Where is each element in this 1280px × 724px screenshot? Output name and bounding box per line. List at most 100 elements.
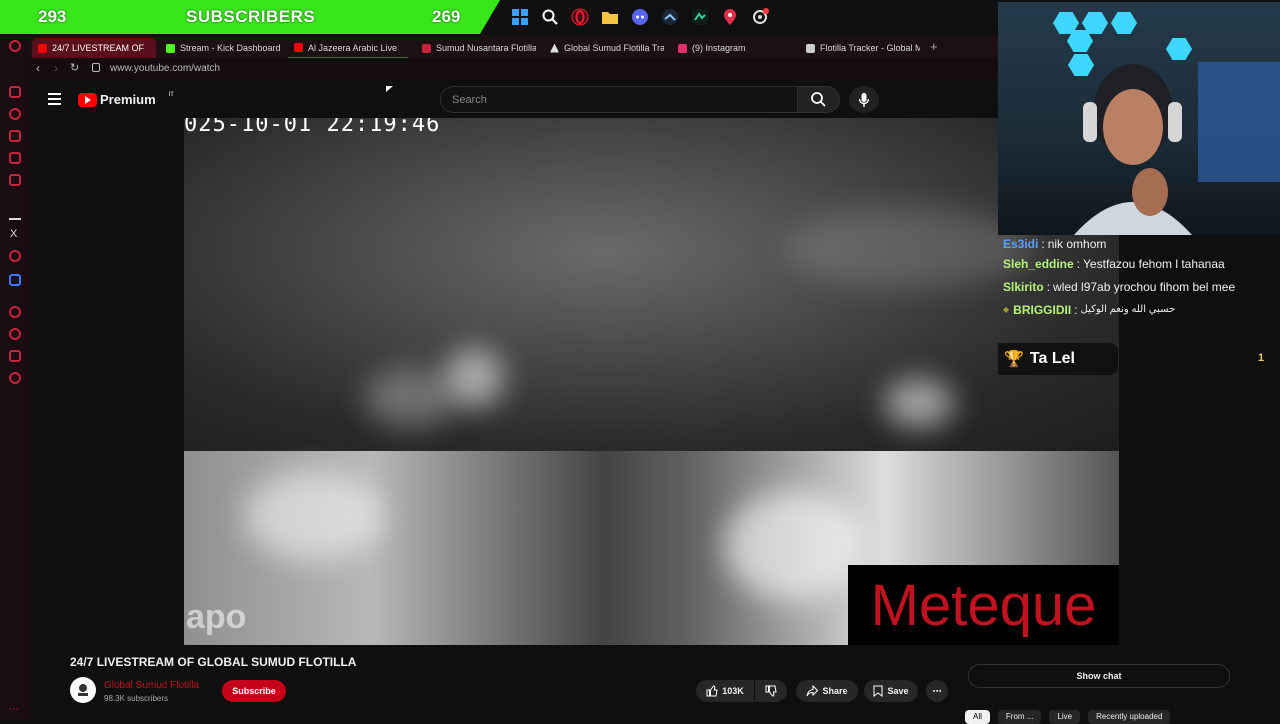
browser-sidebar: X ⋯ (0, 34, 30, 720)
chip-from-channel[interactable]: From ... (997, 710, 1042, 724)
related-filter-chips: All From ... Live Recently uploaded (965, 710, 1171, 724)
sidebar-extensions-icon[interactable] (9, 350, 21, 362)
logo-country-code: IT (168, 91, 174, 98)
chat-message: Es3idi: nik omhom (1003, 236, 1107, 251)
sidebar-vpn-icon[interactable] (9, 274, 21, 286)
tab-kick-dashboard[interactable]: Stream - Kick Dashboard (160, 38, 280, 58)
dislike-button[interactable] (755, 680, 787, 702)
share-button[interactable]: Share (796, 680, 858, 702)
instagram-favicon-icon (678, 43, 687, 53)
sidebar-more-icon[interactable]: ⋯ (9, 704, 19, 715)
youtube-play-icon (78, 92, 97, 107)
search-icon[interactable] (538, 5, 562, 29)
sidebar-x-icon[interactable]: X (10, 228, 17, 240)
chat-message: Sleh_eddine: Yestfazou fehom l tahanaa (1003, 256, 1225, 271)
show-chat-button[interactable]: Show chat (968, 664, 1230, 688)
chip-all[interactable]: All (965, 710, 990, 724)
opera-logo-icon[interactable] (9, 40, 21, 52)
top-tipper-widget: 🏆 Ta Lel (998, 343, 1118, 375)
tab-label: Global Sumud Flotilla Tra (564, 43, 664, 53)
youtube-favicon-icon (294, 43, 303, 52)
reload-icon[interactable]: ↻ (70, 61, 79, 74)
channel-avatar[interactable] (70, 677, 96, 703)
sidebar-flow-icon[interactable] (9, 86, 21, 98)
address-bar: ‹ › ↻ www.youtube.com/watch (30, 58, 998, 80)
subscriber-count-left: 293 (38, 7, 67, 26)
mouse-cursor-icon (386, 86, 393, 92)
tab-sumud-nusantara[interactable]: Sumud Nusantara Flotilla (416, 38, 536, 58)
maps-pin-icon[interactable] (718, 5, 742, 29)
discord-icon[interactable] (628, 5, 652, 29)
back-icon[interactable]: ‹ (36, 61, 40, 75)
chat-text: nik omhom (1047, 236, 1107, 251)
tab-label: Sumud Nusantara Flotilla (436, 43, 536, 53)
chat-username: Sleh_eddine (1003, 256, 1074, 271)
sidebar-clock-icon[interactable] (9, 328, 21, 340)
sidebar-player-icon[interactable] (9, 306, 21, 318)
tab-flotilla-tracker[interactable]: Flotilla Tracker - Global M (800, 38, 920, 58)
youtube-premium-logo[interactable]: Premium IT (78, 92, 174, 107)
save-label: Save (887, 686, 909, 696)
menu-icon[interactable] (48, 93, 61, 105)
sidebar-twitch-icon[interactable] (9, 130, 21, 142)
sidebar-aria-icon[interactable] (9, 208, 21, 220)
video-timestamp: 025-10-01 22:19:46 (184, 118, 441, 137)
thumbs-up-icon (706, 685, 718, 697)
steam-icon[interactable] (658, 5, 682, 29)
folder-icon[interactable] (598, 5, 622, 29)
sidebar-mail-icon[interactable] (9, 174, 21, 186)
voice-search-button[interactable] (849, 86, 879, 113)
subscriber-count: 98.3K subscribers (104, 694, 169, 703)
share-label: Share (822, 686, 848, 696)
chat-username: Es3idi (1003, 236, 1039, 251)
chat-text: حسبي الله ونعم الوكيل (1080, 304, 1176, 315)
chat-username: BRIGGIDII (1013, 302, 1072, 317)
like-count: 103K (722, 686, 744, 696)
subscriber-count-right: 269 (432, 7, 461, 26)
tab-label: Stream - Kick Dashboard (180, 43, 280, 53)
monitor (1198, 62, 1280, 182)
more-actions-button[interactable]: ⋯ (926, 680, 948, 702)
chip-live[interactable]: Live (1049, 710, 1081, 724)
new-tab-button[interactable]: + (930, 39, 938, 54)
url-field[interactable]: www.youtube.com/watch (110, 63, 220, 74)
chat-text: Yestfazou fehom l tahanaa (1083, 256, 1225, 271)
trophy-icon: 🏆 (1004, 351, 1024, 368)
search-input[interactable]: Search (440, 86, 798, 113)
taskbar (508, 4, 772, 30)
tab-al-jazeera[interactable]: Al Jazeera Arabic Live (288, 38, 408, 58)
top-tipper-name: Ta Lel (1029, 350, 1075, 367)
thumbs-down-icon (765, 685, 777, 697)
chat-message: Slkirito: wled l97ab yrochou fihom bel me… (1003, 279, 1236, 294)
search-button[interactable] (798, 86, 840, 113)
opera-icon[interactable] (568, 5, 592, 29)
microphone-icon (858, 92, 870, 107)
subscriber-label: SUBSCRIBERS (186, 7, 316, 26)
like-button[interactable]: 103K (696, 680, 754, 702)
sidebar-discord-icon[interactable] (9, 152, 21, 164)
share-icon (806, 685, 819, 697)
tab-livestream[interactable]: 24/7 LIVESTREAM OF (32, 38, 156, 58)
chip-recently-uploaded[interactable]: Recently uploaded (1088, 710, 1171, 724)
chat-text: wled l97ab yrochou fihom bel mee (1053, 279, 1236, 294)
top-tipper-count: 1 (1258, 352, 1265, 364)
tracker-favicon-icon (806, 43, 815, 53)
settings-icon[interactable] (748, 5, 772, 29)
save-button[interactable]: Save (864, 680, 918, 702)
windows-icon[interactable] (508, 5, 532, 29)
tab-sumud-tracker[interactable]: Global Sumud Flotilla Tra (544, 38, 664, 58)
tab-instagram[interactable]: (9) Instagram (672, 38, 792, 58)
youtube-favicon-icon (38, 43, 47, 53)
logo-text: Premium (100, 92, 156, 107)
sidebar-history-icon[interactable] (9, 108, 21, 120)
lock-icon (92, 63, 100, 72)
subscribe-button[interactable]: Subscribe (222, 680, 286, 702)
sidebar-settings-icon[interactable] (9, 372, 21, 384)
tab-label: Al Jazeera Arabic Live (308, 42, 398, 53)
channel-name[interactable]: Global Sumud Flotilla (104, 680, 199, 691)
app-icon[interactable] (688, 5, 712, 29)
tab-label: 24/7 LIVESTREAM OF (52, 43, 145, 53)
sidebar-youtube-icon[interactable] (9, 250, 21, 262)
stream-overlay-name: Meteque (848, 565, 1119, 645)
forward-icon[interactable]: › (54, 61, 58, 75)
